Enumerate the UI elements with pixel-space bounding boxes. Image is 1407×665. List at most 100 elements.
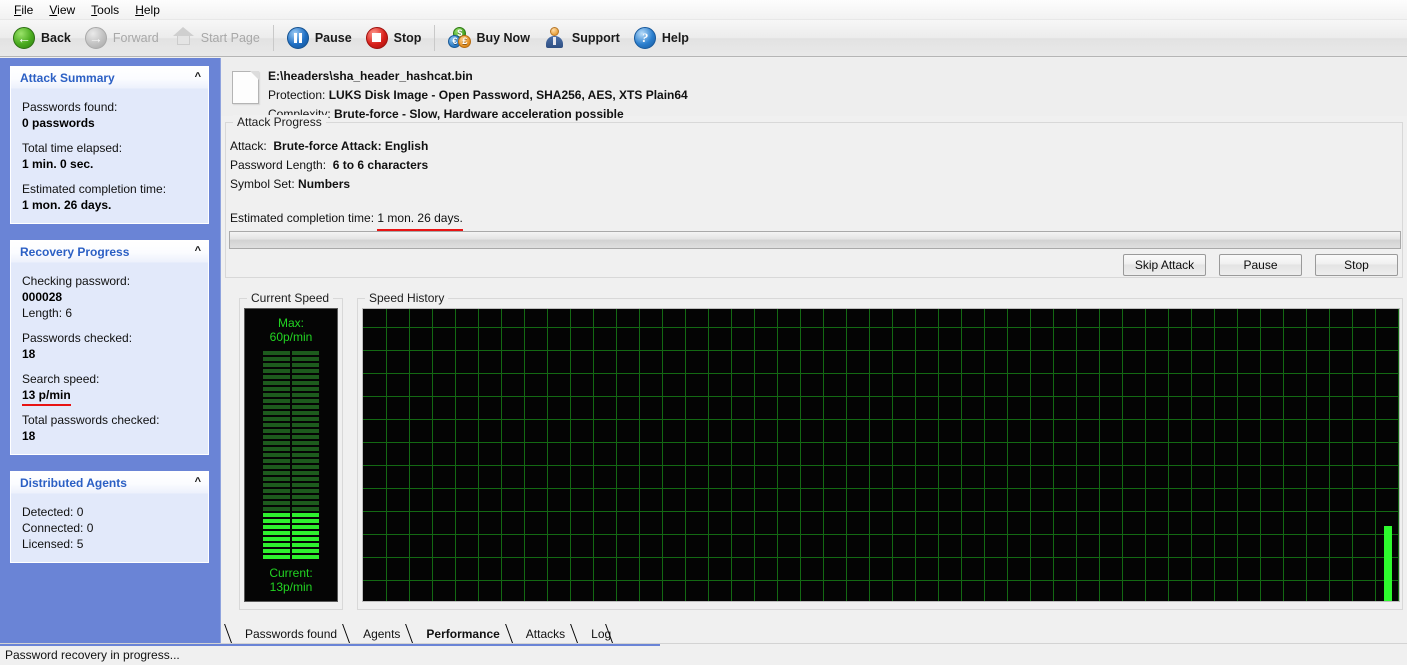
person-icon xyxy=(544,26,567,50)
attack-eta-value: 1 mon. 26 days. xyxy=(377,209,464,231)
meter-bar-row xyxy=(245,465,337,469)
tab-passwords-found[interactable]: Passwords found xyxy=(231,624,350,643)
pause-attack-button[interactable]: Pause xyxy=(1219,254,1302,276)
panel-recovery-progress-title: Recovery Progress xyxy=(20,244,130,259)
menu-item-tools-label: ools xyxy=(97,2,120,17)
file-document-icon xyxy=(232,71,259,104)
total-passwords-checked-value: 18 xyxy=(22,429,36,443)
meter-bar-row xyxy=(245,369,337,373)
meter-bar-row xyxy=(245,351,337,355)
meter-bar-row xyxy=(245,495,337,499)
tab-performance[interactable]: Performance xyxy=(412,624,512,643)
back-arrow-icon: ← xyxy=(13,26,36,50)
meter-bar-row xyxy=(245,543,337,547)
file-info-header: E:\headers\sha_header_hashcat.bin Protec… xyxy=(221,58,1407,121)
chevron-up-icon[interactable]: ^ xyxy=(195,246,201,257)
stop-attack-button[interactable]: Stop xyxy=(1315,254,1398,276)
toolbar-separator-2 xyxy=(434,25,436,51)
menu-item-view-label: iew xyxy=(57,2,76,17)
meter-bar-row xyxy=(245,555,337,559)
attack-progress-legend: Attack Progress xyxy=(233,115,326,129)
complexity-value: Brute-force - Slow, Hardware acceleratio… xyxy=(334,107,624,121)
current-speed-group: Current Speed Max: 60p/min Current: 13p/… xyxy=(239,291,343,610)
panel-distributed-agents-header[interactable]: Distributed Agents ^ xyxy=(11,472,208,494)
meter-bar-row xyxy=(245,471,337,475)
meter-bar-row xyxy=(245,549,337,553)
tab-bar: Passwords found Agents Performance Attacks L… xyxy=(221,621,1407,643)
tab-label: Performance xyxy=(426,626,500,641)
chart-bar xyxy=(1384,526,1392,601)
forward-button[interactable]: → Forward xyxy=(78,23,166,53)
speed-max-caption: Max: xyxy=(277,316,304,330)
stop-icon xyxy=(365,26,389,50)
skip-attack-button[interactable]: Skip Attack xyxy=(1123,254,1206,276)
status-bar-accent xyxy=(0,644,660,646)
speed-history-group: Speed History xyxy=(357,291,1403,610)
meter-bar-row xyxy=(245,375,337,379)
sidebar: Attack Summary ^ Passwords found: 0 pass… xyxy=(0,58,220,643)
meter-bar-row xyxy=(245,441,337,445)
protection-value: LUKS Disk Image - Open Password, SHA256,… xyxy=(328,88,688,102)
back-button-label: Back xyxy=(41,31,71,45)
question-mark-icon: ? xyxy=(633,26,657,50)
help-button[interactable]: ? Help xyxy=(627,23,696,53)
menu-item-help[interactable]: Help xyxy=(127,1,168,19)
panel-attack-summary: Attack Summary ^ Passwords found: 0 pass… xyxy=(10,66,209,224)
meter-bar-row xyxy=(245,483,337,487)
meter-bar-row xyxy=(245,435,337,439)
start-page-button[interactable]: Start Page xyxy=(166,23,267,53)
password-length-value: Length: 6 xyxy=(22,306,73,320)
checking-password-value: 000028 xyxy=(22,290,63,304)
panel-attack-summary-header[interactable]: Attack Summary ^ xyxy=(11,67,208,89)
stop-button-label: Stop xyxy=(393,31,422,45)
attack-progress-group: Attack Progress Attack: Brute-force Atta… xyxy=(225,115,1403,278)
panel-distributed-agents-body: Detected: 0 Connected: 0 Licensed: 5 xyxy=(11,494,208,562)
menu-item-file[interactable]: File xyxy=(6,1,41,19)
speed-current-value: 13p/min xyxy=(269,580,313,594)
checking-password-label: Checking password: xyxy=(22,274,131,288)
password-length-range: 6 to 6 characters xyxy=(332,158,429,172)
meter-bar-row xyxy=(245,501,337,505)
total-time-elapsed-value: 1 min. 0 sec. xyxy=(22,157,94,171)
panel-distributed-agents: Distributed Agents ^ Detected: 0 Connect… xyxy=(10,471,209,563)
menu-item-tools[interactable]: Tools xyxy=(83,1,127,19)
protection-label: Protection: xyxy=(268,88,326,102)
tab-agents[interactable]: Agents xyxy=(349,624,413,643)
home-icon xyxy=(172,26,196,50)
speed-current-label: Current: 13p/min xyxy=(245,566,337,594)
status-bar-message: Password recovery in progress... xyxy=(5,647,180,662)
speed-max-value: 60p/min xyxy=(269,330,313,344)
chevron-up-icon[interactable]: ^ xyxy=(195,477,201,488)
menu-item-help-mnemonic: H xyxy=(135,2,144,17)
panel-distributed-agents-title: Distributed Agents xyxy=(20,475,127,490)
tab-log[interactable]: Log xyxy=(577,624,624,643)
chevron-up-icon[interactable]: ^ xyxy=(195,72,201,83)
attack-progress-bar xyxy=(229,231,1401,249)
agents-detected: Detected: 0 xyxy=(22,505,84,519)
meter-bar-row xyxy=(245,399,337,403)
panel-attack-summary-title: Attack Summary xyxy=(20,70,115,85)
pause-button[interactable]: Pause xyxy=(280,23,359,53)
back-button[interactable]: ← Back xyxy=(6,23,78,53)
meter-bar-row xyxy=(245,489,337,493)
passwords-found-label: Passwords found: xyxy=(22,100,118,114)
stop-button[interactable]: Stop xyxy=(359,23,429,53)
agents-connected: Connected: 0 xyxy=(22,521,94,535)
support-button-label: Support xyxy=(571,31,620,45)
buy-now-button[interactable]: $ € £ Buy Now xyxy=(441,23,536,53)
eta-value: 1 mon. 26 days. xyxy=(22,198,112,212)
forward-button-label: Forward xyxy=(112,31,159,45)
current-speed-legend: Current Speed xyxy=(247,291,334,305)
meter-bar-row xyxy=(245,363,337,367)
menu-item-view[interactable]: View xyxy=(41,1,83,19)
tab-attacks[interactable]: Attacks xyxy=(511,624,578,643)
main-area: Attack Summary ^ Passwords found: 0 pass… xyxy=(0,58,1407,643)
buy-now-button-label: Buy Now xyxy=(476,31,530,45)
meter-bar-row xyxy=(245,453,337,457)
menu-item-help-label: elp xyxy=(143,2,160,17)
support-button[interactable]: Support xyxy=(537,23,627,53)
panel-attack-summary-body: Passwords found: 0 passwords Total time … xyxy=(11,89,208,223)
meter-bar-row xyxy=(245,357,337,361)
passwords-checked-label: Passwords checked: xyxy=(22,331,133,345)
panel-recovery-progress-header[interactable]: Recovery Progress ^ xyxy=(11,241,208,263)
